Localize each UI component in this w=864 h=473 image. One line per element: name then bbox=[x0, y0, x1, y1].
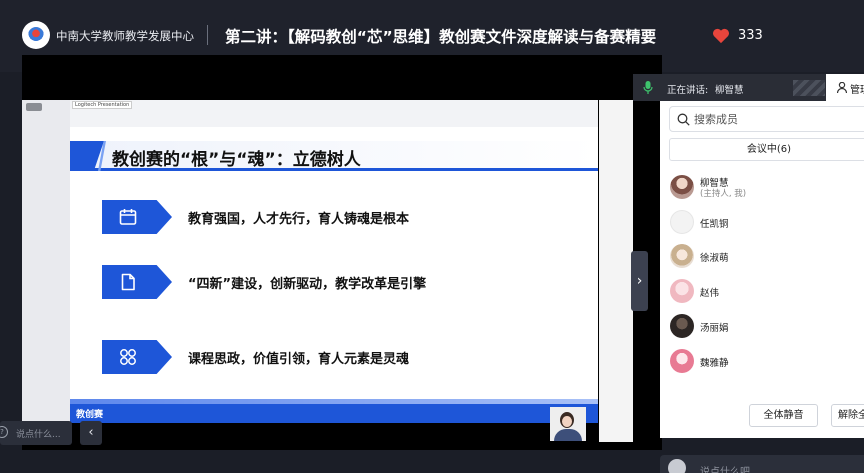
member-panel: 会议中(6) 柳智慧 (主持人, 我) 任凯铜 徐淑萌 赵伟 汤丽娟 魏雅静 全… bbox=[660, 101, 864, 438]
screen-edge bbox=[599, 100, 633, 442]
member-row[interactable]: 汤丽娟 bbox=[670, 314, 860, 340]
user-icon bbox=[837, 82, 847, 93]
avatar bbox=[670, 279, 694, 303]
presentation-slide: 教创赛的“根”与“魂”：立德树人 教育强国，人才先行，育人铸魂是根本 “四新”建… bbox=[70, 127, 598, 423]
tab-manage-members[interactable]: 管理 bbox=[826, 74, 864, 101]
help-icon[interactable]: ? bbox=[0, 426, 8, 438]
avatar bbox=[670, 244, 694, 268]
search-icon bbox=[677, 113, 690, 126]
grid-icon bbox=[120, 349, 136, 365]
slide-item-2: “四新”建设，创新驱动，教学改革是引擎 bbox=[102, 265, 572, 299]
avatar bbox=[670, 175, 694, 199]
member-name: 汤丽娟 bbox=[700, 323, 729, 334]
unmute-all-button[interactable]: 解除全体静音 bbox=[831, 404, 864, 427]
camera-badge-icon bbox=[26, 103, 42, 111]
member-row[interactable]: 魏雅静 bbox=[670, 349, 860, 375]
org-name: 中南大学教师教学发展中心 bbox=[56, 29, 194, 43]
avatar bbox=[670, 314, 694, 338]
slide-item-text: 教育强国，人才先行，育人铸魂是根本 bbox=[188, 212, 410, 227]
member-role: (主持人, 我) bbox=[700, 189, 747, 199]
member-name: 魏雅静 bbox=[700, 358, 729, 369]
member-row[interactable]: 赵伟 bbox=[670, 279, 860, 305]
slide-item-text: “四新”建设，创新驱动，教学改革是引擎 bbox=[188, 277, 427, 292]
slide-title: 教创赛的“根”与“魂”：立德树人 bbox=[112, 150, 361, 170]
avatar bbox=[670, 349, 694, 373]
presenter-video[interactable] bbox=[550, 407, 586, 441]
speaking-name: 柳智慧 bbox=[715, 85, 744, 96]
chat-placeholder: 说点什么吧 bbox=[700, 467, 750, 473]
avatar bbox=[670, 210, 694, 234]
search-input[interactable] bbox=[694, 111, 854, 127]
slide-item-text: 课程思政，价值引领，育人元素是灵魂 bbox=[188, 352, 410, 367]
shared-screen: Logitech Presentation 教创赛的“根”与“魂”：立德树人 教… bbox=[22, 100, 598, 423]
member-name: 赵伟 bbox=[700, 288, 720, 299]
image-icon[interactable] bbox=[668, 459, 686, 473]
tab-manage-label: 管理 bbox=[850, 85, 864, 96]
member-name: 任凯铜 bbox=[700, 219, 729, 230]
member-search[interactable] bbox=[669, 106, 864, 132]
like-count: 333 bbox=[738, 28, 763, 43]
member-row[interactable]: 柳智慧 (主持人, 我) bbox=[670, 175, 860, 201]
slide-item-3: 课程思政，价值引领，育人元素是灵魂 bbox=[102, 340, 572, 374]
member-row[interactable]: 徐淑萌 bbox=[670, 244, 860, 270]
chat-placeholder: 说点什么... bbox=[16, 430, 61, 440]
speaking-label: 正在讲话: bbox=[667, 85, 709, 96]
chevron-left-icon[interactable]: ‹ bbox=[80, 421, 102, 445]
slide-footer: 教创赛 bbox=[70, 399, 598, 423]
mute-all-button[interactable]: 全体静音 bbox=[749, 404, 818, 427]
chevron-right-icon: › bbox=[636, 273, 643, 289]
in-meeting-tab[interactable]: 会议中(6) bbox=[669, 138, 864, 161]
slide-title-bar: 教创赛的“根”与“魂”：立德树人 bbox=[70, 141, 598, 171]
heart-icon[interactable] bbox=[712, 28, 730, 44]
header-divider bbox=[207, 25, 208, 45]
chat-input-bottom[interactable]: 说点什么吧 bbox=[660, 455, 864, 473]
member-row[interactable]: 任凯铜 bbox=[670, 210, 860, 236]
member-name: 徐淑萌 bbox=[700, 253, 729, 264]
mic-icon bbox=[643, 81, 653, 94]
calendar-icon bbox=[119, 209, 137, 225]
document-icon bbox=[121, 273, 135, 291]
panel-collapse-button[interactable]: › bbox=[631, 251, 648, 311]
lecture-title: 第二讲：【解码教创“芯”思维】教创赛文件深度解读与备赛精要 bbox=[225, 28, 657, 46]
slide-item-1: 教育强国，人才先行，育人铸魂是根本 bbox=[102, 200, 572, 234]
app-tag: Logitech Presentation bbox=[72, 101, 133, 109]
org-logo bbox=[22, 21, 50, 49]
speaking-indicator: 正在讲话: 柳智慧 bbox=[633, 74, 826, 101]
chat-input-left[interactable]: ? 说点什么... bbox=[0, 421, 72, 445]
video-stage: Logitech Presentation 教创赛的“根”与“魂”：立德树人 教… bbox=[22, 55, 662, 450]
slide-footer-label: 教创赛 bbox=[76, 410, 104, 420]
